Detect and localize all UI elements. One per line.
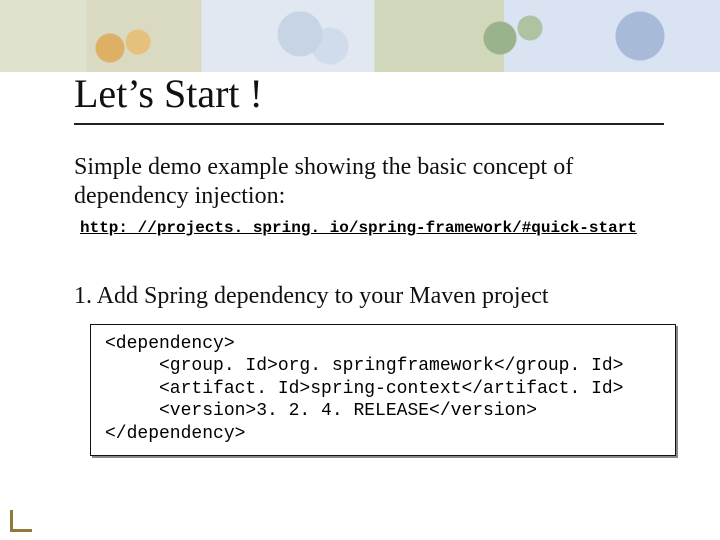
decorative-floral-banner	[0, 0, 720, 72]
slide: Let’s Start ! Simple demo example showin…	[0, 0, 720, 540]
corner-accent-icon	[10, 510, 32, 532]
slide-title: Let’s Start !	[74, 70, 670, 117]
title-underline	[74, 123, 664, 125]
slide-content: Let’s Start ! Simple demo example showin…	[74, 70, 670, 456]
quickstart-link[interactable]: http: //projects. spring. io/spring-fram…	[80, 219, 670, 237]
intro-text: Simple demo example showing the basic co…	[74, 153, 634, 211]
step-number: 1.	[74, 283, 97, 309]
step-1: 1. Add Spring dependency to your Maven p…	[74, 283, 670, 310]
step-text: Add Spring dependency to your Maven proj…	[97, 283, 549, 309]
maven-dependency-code: <dependency> <group. Id>org. springframe…	[90, 324, 676, 457]
